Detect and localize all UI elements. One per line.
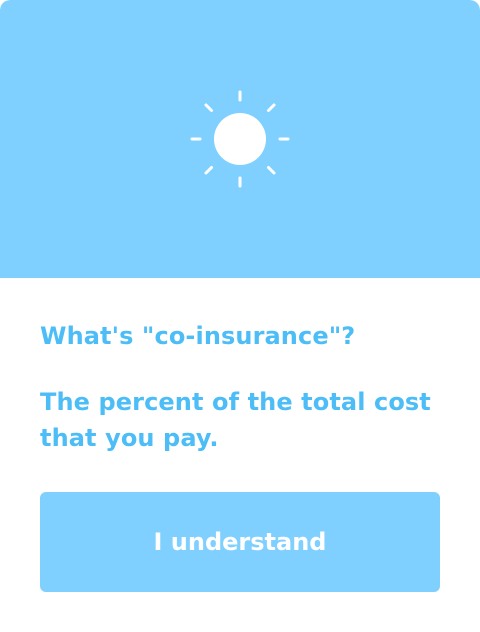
hero-banner — [0, 0, 480, 278]
answer-text: The percent of the total cost that you p… — [40, 388, 431, 452]
question-heading: What's "co-insurance"? — [40, 322, 356, 350]
sun-icon — [190, 90, 290, 188]
understand-button[interactable]: I understand — [40, 492, 440, 592]
info-card: What's "co-insurance"? The percent of th… — [0, 0, 480, 632]
